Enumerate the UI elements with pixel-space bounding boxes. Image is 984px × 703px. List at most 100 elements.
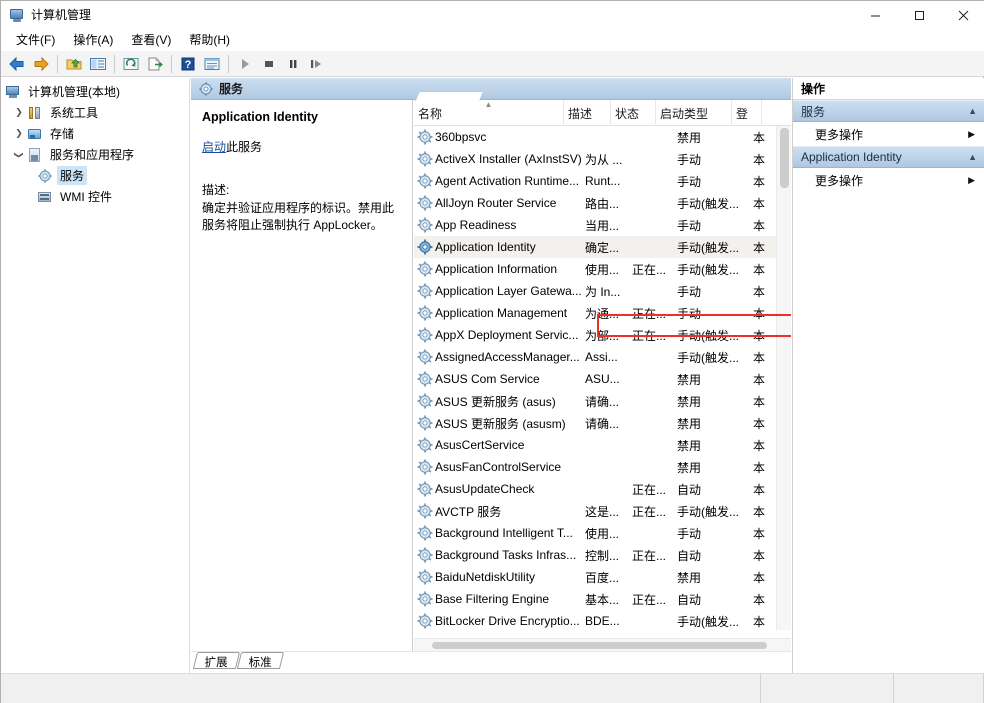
chevron-up-icon[interactable]: ▲ xyxy=(968,106,977,116)
chevron-up-icon[interactable]: ▲ xyxy=(968,152,977,162)
column-header-status[interactable]: 状态 xyxy=(611,100,656,126)
minimize-button[interactable] xyxy=(853,1,897,29)
service-gear-icon xyxy=(417,173,433,189)
start-service-link[interactable]: 启动 xyxy=(202,140,226,154)
service-row[interactable]: AssignedAccessManager...Assi...手动(触发...本 xyxy=(414,346,791,368)
service-row[interactable]: ASUS 更新服务 (asus)请确...禁用本 xyxy=(414,390,791,412)
service-row[interactable]: ActiveX Installer (AxInstSV)为从 ...手动本 xyxy=(414,148,791,170)
status-bar xyxy=(1,673,984,703)
forward-button[interactable] xyxy=(30,53,52,75)
services-list-header: ▲ 名称 描述 状态 启动类型 登 xyxy=(414,100,791,126)
tab-standard[interactable]: 标准 xyxy=(237,652,284,669)
start-service-link-row: 启动此服务 xyxy=(202,138,400,155)
service-startup-type-cell: 手动(触发... xyxy=(677,239,753,256)
console-tree-pane[interactable]: 计算机管理(本地) ❯ 系统工具 ❯ 存储 ❯ 服务和应用程序 xyxy=(1,78,190,673)
service-name-cell: 360bpsvc xyxy=(435,130,585,144)
tree-item-storage[interactable]: ❯ 存储 xyxy=(1,123,189,144)
service-row[interactable]: Background Intelligent T...使用...手动本 xyxy=(414,522,791,544)
service-row[interactable]: AllJoyn Router Service路由...手动(触发...本 xyxy=(414,192,791,214)
menu-view[interactable]: 查看(V) xyxy=(122,29,180,51)
service-row[interactable]: AsusCertService禁用本 xyxy=(414,434,791,456)
service-row[interactable]: AsusFanControlService禁用本 xyxy=(414,456,791,478)
services-gear-icon xyxy=(199,82,213,96)
up-folder-button[interactable] xyxy=(63,53,85,75)
export-list-button[interactable] xyxy=(144,53,166,75)
service-row[interactable]: Agent Activation Runtime...Runt...手动本 xyxy=(414,170,791,192)
services-pane: 服务 Application Identity 启动此服务 描述: 确定并验证应… xyxy=(191,78,791,673)
column-header-startup-type[interactable]: 启动类型 xyxy=(656,100,732,126)
service-row[interactable]: Application Identity确定...手动(触发...本 xyxy=(414,236,791,258)
list-horizontal-scrollbar-thumb[interactable] xyxy=(432,642,767,649)
toolbar-separator xyxy=(57,55,58,73)
service-description-cell: Assi... xyxy=(585,350,632,364)
refresh-button[interactable] xyxy=(120,53,142,75)
service-description-cell: BDE... xyxy=(585,614,632,628)
more-actions-application-identity[interactable]: 更多操作 ▶ xyxy=(793,168,984,192)
menu-action[interactable]: 操作(A) xyxy=(64,29,122,51)
service-row[interactable]: BitLocker Drive Encryptio...BDE...手动(触发.… xyxy=(414,610,791,630)
services-list-rows[interactable]: 360bpsvc禁用本ActiveX Installer (AxInstSV)为… xyxy=(414,126,791,630)
service-gear-icon xyxy=(417,239,433,255)
service-description-cell: 为从 ... xyxy=(585,151,632,168)
service-row[interactable]: AVCTP 服务这是...正在...手动(触发...本 xyxy=(414,500,791,522)
chevron-down-icon[interactable]: ❯ xyxy=(11,147,27,163)
pause-service-button[interactable] xyxy=(282,53,304,75)
column-header-log-on-as[interactable]: 登 xyxy=(732,100,762,126)
service-description-cell: Runt... xyxy=(585,174,632,188)
tree-item-services[interactable]: 服务 xyxy=(1,165,189,186)
actions-section-services-header[interactable]: 服务 ▲ xyxy=(793,100,984,122)
tree-item-system-tools[interactable]: ❯ 系统工具 xyxy=(1,102,189,123)
service-row[interactable]: ASUS 更新服务 (asusm)请确...禁用本 xyxy=(414,412,791,434)
help-button[interactable]: ? xyxy=(177,53,199,75)
column-header-description[interactable]: 描述 xyxy=(564,100,611,126)
menu-help[interactable]: 帮助(H) xyxy=(180,29,239,51)
service-startup-type-cell: 手动 xyxy=(677,173,753,190)
service-startup-type-cell: 手动(触发... xyxy=(677,327,753,344)
service-row[interactable]: Application Management为通...正在...手动本 xyxy=(414,302,791,324)
service-row[interactable]: Background Tasks Infras...控制...正在...自动本 xyxy=(414,544,791,566)
service-gear-icon xyxy=(417,349,433,365)
stop-service-button[interactable] xyxy=(258,53,280,75)
service-row[interactable]: BaiduNetdiskUtility百度...禁用本 xyxy=(414,566,791,588)
tab-extended[interactable]: 扩展 xyxy=(193,652,240,669)
back-button[interactable] xyxy=(6,53,28,75)
service-startup-type-cell: 禁用 xyxy=(677,129,753,146)
tree-item-computer-management[interactable]: 计算机管理(本地) xyxy=(1,81,189,102)
menu-file[interactable]: 文件(F) xyxy=(7,29,64,51)
service-name-cell: AppX Deployment Servic... xyxy=(435,328,585,342)
service-name-cell: Background Intelligent T... xyxy=(435,526,585,540)
column-header-name[interactable]: ▲ 名称 xyxy=(414,100,564,126)
service-row[interactable]: App Readiness当用...手动本 xyxy=(414,214,791,236)
menu-bar: 文件(F) 操作(A) 查看(V) 帮助(H) xyxy=(1,29,984,51)
service-row[interactable]: Application Layer Gatewa...为 In...手动本 xyxy=(414,280,791,302)
service-row[interactable]: AppX Deployment Servic...为部...正在...手动(触发… xyxy=(414,324,791,346)
service-status-cell: 正在... xyxy=(632,261,677,278)
service-description-cell: 路由... xyxy=(585,195,632,212)
service-name-cell: App Readiness xyxy=(435,218,585,232)
list-vertical-scrollbar-thumb[interactable] xyxy=(780,128,789,188)
start-service-button[interactable] xyxy=(234,53,256,75)
chevron-right-icon[interactable]: ❯ xyxy=(11,126,27,142)
services-list-pane[interactable]: ▲ 名称 描述 状态 启动类型 登 360bpsvc禁用本ActiveX Ins… xyxy=(414,100,791,651)
maximize-button[interactable] xyxy=(897,1,941,29)
restart-service-button[interactable] xyxy=(306,53,328,75)
list-horizontal-scrollbar[interactable] xyxy=(414,638,791,651)
pane-tab-shape xyxy=(415,91,483,101)
actions-section-application-identity-header[interactable]: Application Identity ▲ xyxy=(793,146,984,168)
services-pane-title: 服务 xyxy=(219,80,243,97)
service-row[interactable]: 360bpsvc禁用本 xyxy=(414,126,791,148)
list-vertical-scrollbar[interactable] xyxy=(776,126,791,630)
tree-item-services-and-applications[interactable]: ❯ 服务和应用程序 xyxy=(1,144,189,165)
description-text: 确定并验证应用程序的标识。禁用此服务将阻止强制执行 AppLocker。 xyxy=(202,200,400,234)
chevron-right-icon[interactable]: ❯ xyxy=(11,105,27,121)
service-row[interactable]: ASUS Com ServiceASU...禁用本 xyxy=(414,368,791,390)
service-row[interactable]: AsusUpdateCheck正在...自动本 xyxy=(414,478,791,500)
show-hide-tree-button[interactable] xyxy=(87,53,109,75)
service-row[interactable]: Base Filtering Engine基本...正在...自动本 xyxy=(414,588,791,610)
more-actions-services[interactable]: 更多操作 ▶ xyxy=(793,122,984,146)
service-row[interactable]: Application Information使用...正在...手动(触发..… xyxy=(414,258,791,280)
status-segment-1 xyxy=(1,674,761,703)
tree-item-wmi-control[interactable]: WMI 控件 xyxy=(1,186,189,207)
close-button[interactable] xyxy=(941,1,984,29)
properties-button[interactable] xyxy=(201,53,223,75)
